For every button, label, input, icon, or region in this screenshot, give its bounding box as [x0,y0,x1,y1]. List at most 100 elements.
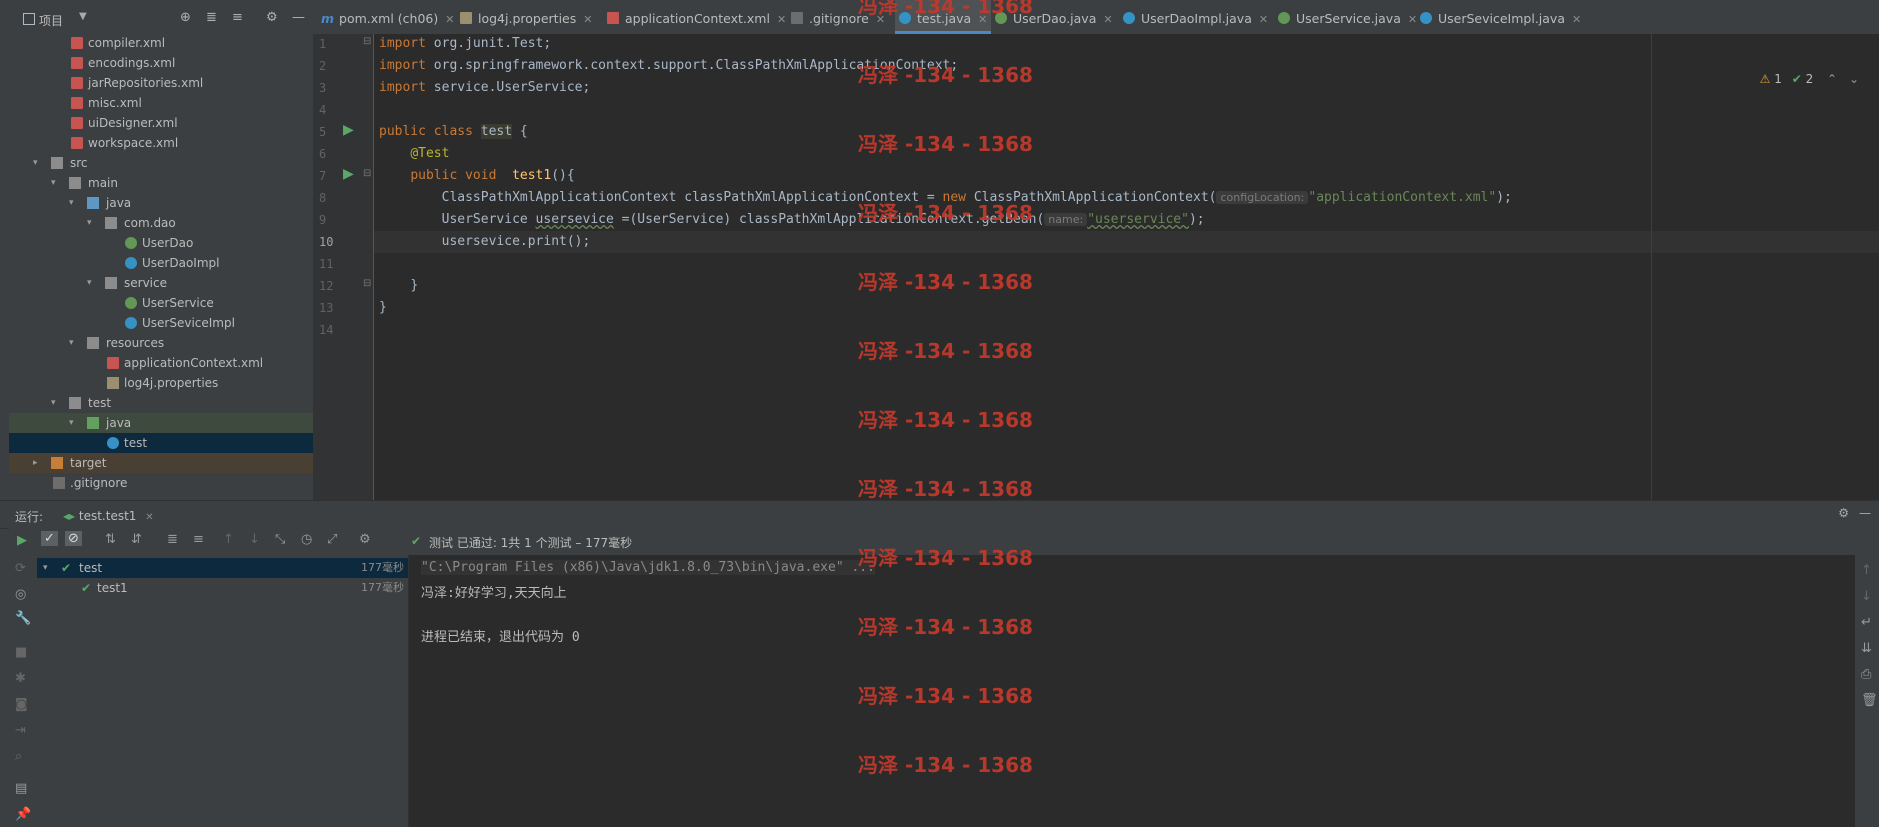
show-ignored-icon[interactable]: ⊘ [65,531,82,546]
search-icon[interactable]: ⌕ [15,749,22,764]
import-tests-icon[interactable]: ⤡ [275,532,285,547]
chevron-right-icon[interactable]: ▸ [33,453,43,473]
project-panel: 项目 ▼ ⊕ ≣ ≡ ⚙ — compiler.xml encodings.xm… [9,0,321,500]
fold-icon[interactable]: ⊟ [363,278,371,289]
tree-item[interactable]: UserSeviceImpl [9,313,313,333]
gear-icon[interactable]: ⚙ [266,10,278,25]
tree-item[interactable]: uiDesigner.xml [9,113,313,133]
tree-item[interactable]: UserService [9,293,313,313]
tree-item[interactable]: .gitignore [9,473,313,493]
tree-item[interactable]: UserDaoImpl [9,253,313,273]
tree-item[interactable]: UserDao [9,233,313,253]
arrow-down-icon[interactable]: ↓ [249,532,260,547]
fold-icon[interactable]: ⊟ [363,168,371,179]
toggle-auto-test-icon[interactable]: ◎ [15,587,26,602]
chevron-down-icon[interactable]: ▾ [87,273,97,293]
chevron-down-icon[interactable]: ▾ [51,173,61,193]
tree-item-selected[interactable]: test [9,433,313,453]
tab-userdaoimpl-java[interactable]: UserDaoImpl.java ✕ [1123,0,1268,34]
expand-all-icon[interactable]: ≣ [167,532,178,547]
locate-icon[interactable]: ⊕ [180,10,191,25]
tree-item[interactable]: ▾ service [9,273,313,293]
sort-duration-icon[interactable]: ⇵ [131,532,142,547]
close-icon[interactable]: ✕ [1103,13,1112,26]
pin-icon[interactable]: 📌 [15,807,31,822]
close-icon[interactable]: ✕ [445,13,454,26]
collapse-all-icon[interactable]: ≡ [193,532,204,547]
close-icon[interactable]: ✕ [583,13,592,26]
tree-item[interactable]: applicationContext.xml [9,353,313,373]
login-icon[interactable]: ⇥ [15,723,26,738]
collapse-all-icon[interactable]: ≡ [232,10,243,25]
run-gutter-icon[interactable]: ▶ [343,166,354,182]
chevron-down-icon[interactable]: ▾ [69,413,79,433]
chevron-down-icon[interactable]: ▼ [79,11,87,22]
wrench-icon[interactable]: 🔧 [15,611,31,626]
hide-panel-icon[interactable]: — [292,10,305,25]
tab-userservice-java[interactable]: UserService.java ✕ [1278,0,1417,34]
arrow-down-icon[interactable]: ↓ [1861,589,1872,604]
print-icon[interactable]: ⎙ [1861,667,1871,682]
show-passed-icon[interactable]: ✓ [41,531,58,546]
close-icon[interactable]: ✕ [1572,13,1581,26]
chevron-down-icon[interactable]: ▾ [69,193,79,213]
gear-icon[interactable]: ⚙ [1838,506,1849,520]
tab-applicationcontext-xml[interactable]: applicationContext.xml ✕ [607,0,786,34]
debug-icon[interactable]: ✱ [15,671,26,686]
chevron-down-icon[interactable]: ▾ [69,333,79,353]
chevron-up-icon[interactable]: ⌃ [1827,72,1837,86]
tree-item[interactable]: jarRepositories.xml [9,73,313,93]
trash-icon[interactable]: 🗑 [1861,693,1878,708]
gear-icon[interactable]: ⚙ [359,532,371,547]
tree-item[interactable]: workspace.xml [9,133,313,153]
project-panel-title[interactable]: 项目 [39,12,63,29]
run-tab[interactable]: ◂▸ test.test1 ✕ [55,505,162,529]
chevron-down-icon[interactable]: ▾ [51,393,61,413]
rerun-icon[interactable]: ▶ [17,533,27,548]
tree-item[interactable]: ▾ resources [9,333,313,353]
tab-userseviceimpl-java[interactable]: UserSeviceImpl.java ✕ [1420,0,1581,34]
layout-icon[interactable]: ▤ [15,781,27,796]
tab-pom-xml[interactable]: m pom.xml (ch06) ✕ [321,0,454,34]
tree-item[interactable]: ▾ java [9,413,313,433]
tree-item[interactable]: ▾ com.dao [9,213,313,233]
tree-item[interactable]: ▾ src [9,153,313,173]
tree-item[interactable]: encodings.xml [9,53,313,73]
stop-icon[interactable]: ■ [15,645,27,660]
watermark-text: 冯泽 -134 - 1368 [858,546,1033,570]
chevron-down-icon[interactable]: ▾ [33,153,43,173]
chevron-down-icon[interactable]: ▾ [87,213,97,233]
chevron-down-icon[interactable]: ⌄ [1849,72,1859,86]
tree-item[interactable]: ▾ java [9,193,313,213]
scroll-to-end-icon[interactable]: ⇊ [1861,641,1872,656]
tree-item[interactable]: misc.xml [9,93,313,113]
export-icon[interactable]: ⤢ [327,532,337,547]
chevron-down-icon[interactable]: ▾ [43,558,48,578]
expand-all-icon[interactable]: ≣ [206,10,217,25]
close-icon[interactable]: ✕ [777,13,786,26]
arrow-up-icon[interactable]: ↑ [223,532,234,547]
test-result-row[interactable]: ✔ test1 177毫秒 [37,578,408,598]
arrow-up-icon[interactable]: ↑ [1861,563,1872,578]
tree-item[interactable]: log4j.properties [9,373,313,393]
close-icon[interactable]: ✕ [1259,13,1268,26]
soft-wrap-icon[interactable]: ↵ [1861,615,1872,630]
inspection-widget[interactable]: ⚠ 1 ✔ 2 ⌃ ⌄ [1760,72,1859,86]
fold-icon[interactable]: ⊟ [363,36,371,47]
close-icon[interactable]: ✕ [145,512,153,523]
tree-item[interactable]: ▾ test [9,393,313,413]
close-icon[interactable]: ✕ [1408,13,1417,26]
tree-item[interactable]: ▾ main [9,173,313,193]
camera-icon[interactable]: ◙ [15,697,28,712]
code-editor[interactable]: 1 2 3 4 5 6 7 8 9 10 11 12 13 14 ▶ ▶ ⊟ ⊟… [313,34,1879,500]
hide-panel-icon[interactable]: — [1859,506,1871,520]
rerun-failed-icon[interactable]: ⟳ [15,561,26,576]
sort-alpha-icon[interactable]: ⇅ [105,532,116,547]
tab-log4j-properties[interactable]: log4j.properties ✕ [460,0,592,34]
console-output[interactable]: "C:\Program Files (x86)\Java\jdk1.8.0_73… [408,555,1856,827]
run-gutter-icon[interactable]: ▶ [343,122,354,138]
tree-item[interactable]: compiler.xml [9,33,313,53]
tree-item[interactable]: ▸ target [9,453,313,473]
test-result-row[interactable]: ▾ ✔ test 177毫秒 [37,558,408,578]
history-icon[interactable]: ◷ [301,532,312,547]
